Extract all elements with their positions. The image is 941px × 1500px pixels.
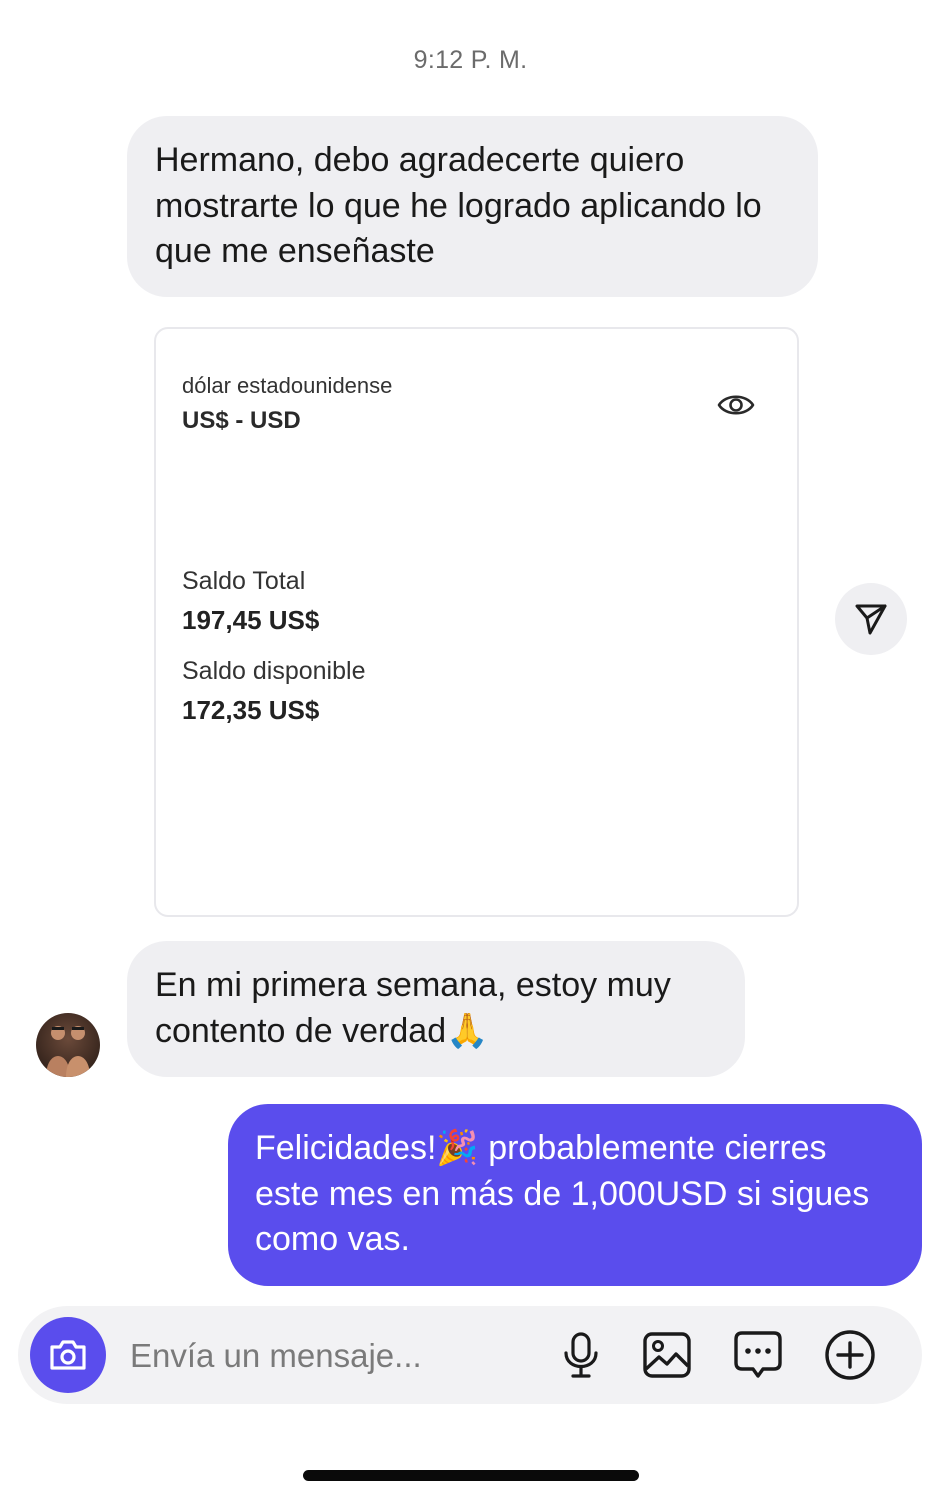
camera-icon (50, 1340, 86, 1370)
eye-icon[interactable] (716, 387, 756, 423)
contact-avatar[interactable] (36, 1013, 100, 1077)
gallery-button[interactable] (640, 1328, 694, 1382)
available-balance-value: 172,35 US$ (182, 695, 320, 725)
send-icon (855, 604, 887, 635)
microphone-button[interactable] (554, 1328, 608, 1382)
incoming-message-bubble[interactable]: En mi primera semana, estoy muy contento… (127, 941, 745, 1077)
image-icon (643, 1332, 691, 1378)
available-balance-label: Saldo disponible (182, 657, 366, 685)
microphone-icon (564, 1332, 598, 1378)
total-balance-label: Saldo Total (182, 567, 306, 595)
message-timestamp: 9:12 P. M. (413, 46, 528, 74)
stickers-button[interactable] (731, 1328, 785, 1382)
currency-code: US$ - USD (182, 407, 301, 434)
shared-balance-card[interactable]: dólar estadounidense US$ - USD Saldo Tot… (154, 327, 799, 917)
message-composer (18, 1306, 922, 1404)
plus-circle-icon (825, 1330, 875, 1380)
more-options-button[interactable] (823, 1328, 877, 1382)
message-input[interactable] (128, 1328, 532, 1384)
outgoing-message-bubble[interactable]: Felicidades!🎉 probablemente cierres este… (228, 1104, 922, 1286)
chat-bubble-icon (734, 1331, 782, 1378)
home-indicator[interactable] (303, 1470, 639, 1481)
camera-button[interactable] (30, 1317, 106, 1393)
share-button[interactable] (835, 583, 907, 655)
incoming-message-bubble[interactable]: Hermano, debo agradecerte quiero mostrar… (127, 116, 818, 297)
currency-name: dólar estadounidense (182, 373, 393, 398)
total-balance-value: 197,45 US$ (182, 605, 320, 635)
